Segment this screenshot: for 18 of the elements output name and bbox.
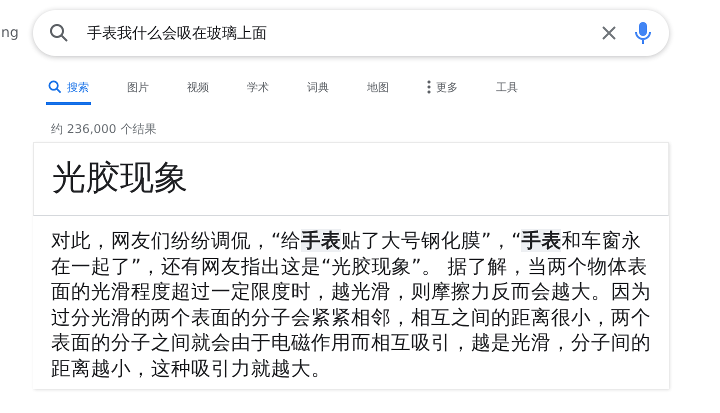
search-tab[interactable]: 更多 (425, 72, 460, 105)
search-tab[interactable]: 搜索 (46, 72, 91, 105)
microphone-icon[interactable] (635, 21, 651, 45)
search-tab[interactable]: 词典 (305, 72, 331, 105)
search-field[interactable]: 手表我什么会吸在玻璃上面 (85, 23, 601, 43)
more-icon (427, 80, 431, 94)
clear-icon[interactable] (601, 25, 617, 41)
logo-fragment: ng (1, 25, 20, 41)
search-tab[interactable]: 地图 (365, 72, 391, 105)
answer-title: 光胶现象 (33, 142, 669, 216)
search-tab[interactable]: 图片 (125, 72, 151, 105)
search-tab[interactable]: 工具 (494, 72, 520, 105)
result-count: 约 236,000 个结果 (51, 121, 158, 138)
answer-text: 对此，网友们纷纷调侃，“给手表贴了大号钢化膜”，“手表和车窗永在一起了”，还有网友指出这是“光胶现象”。 据了解，当两个物体表面的光滑程度超过一定限度时，越光滑，则摩擦力反而会越大。因为过分光滑的两个表面的分子会紧紧相邻，相互之间的距离很小，两个表面的分子之间就会由于电磁作用而相互吸引，越是光滑，分子间的距离越小，这种吸引力就越大。 (50, 228, 652, 382)
search-tab[interactable]: 学术 (245, 72, 271, 105)
search-tab[interactable]: 视频 (185, 72, 211, 105)
search-icon (48, 80, 62, 94)
search-icon (49, 23, 69, 43)
